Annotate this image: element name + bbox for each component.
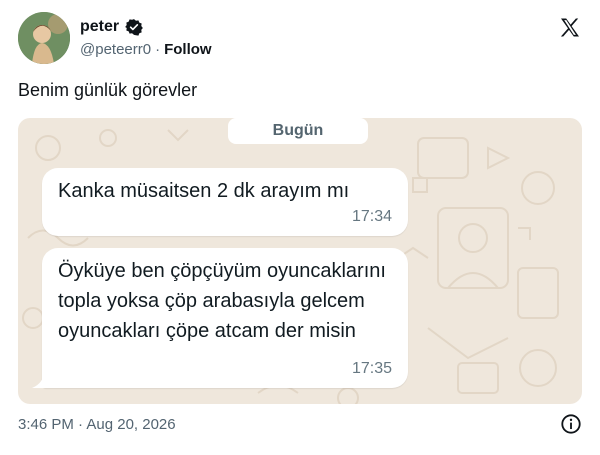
bubble-tail bbox=[32, 374, 52, 388]
message-time: 17:35 bbox=[351, 360, 392, 377]
message-bubble[interactable]: Öyküye ben çöpçüyüm oyuncaklarını topla … bbox=[42, 248, 408, 388]
x-logo-icon[interactable] bbox=[558, 16, 582, 40]
name-row: peter bbox=[80, 18, 143, 36]
message-bubble[interactable]: Kanka müsaitsen 2 dk arayım mı 17:34 bbox=[42, 168, 408, 236]
avatar[interactable] bbox=[18, 12, 70, 64]
message-text: Öyküye ben çöpçüyüm oyuncaklarını topla … bbox=[58, 260, 386, 342]
message-text: Kanka müsaitsen 2 dk arayım mı bbox=[58, 180, 350, 202]
tweet-header: peter @peteerr0 · Follow bbox=[18, 12, 582, 66]
chat-screenshot: Bugün Kanka müsaitsen 2 dk arayım mı 17:… bbox=[18, 118, 582, 404]
message-time: 17:34 bbox=[351, 208, 392, 225]
user-name[interactable]: peter bbox=[80, 18, 119, 36]
follow-button[interactable]: Follow bbox=[164, 41, 212, 58]
tweet-text: Benim günlük görevler bbox=[18, 80, 198, 100]
user-handle[interactable]: @peteerr0 bbox=[80, 41, 151, 58]
handle-row: @peteerr0 · Follow bbox=[80, 41, 212, 58]
verified-badge-icon bbox=[125, 18, 143, 36]
date-label: Bugün bbox=[228, 118, 368, 144]
separator-dot: · bbox=[155, 41, 161, 58]
tweet-timestamp[interactable]: 3:46 PM · Aug 20, 2026 bbox=[18, 416, 176, 433]
info-icon[interactable] bbox=[560, 413, 582, 435]
